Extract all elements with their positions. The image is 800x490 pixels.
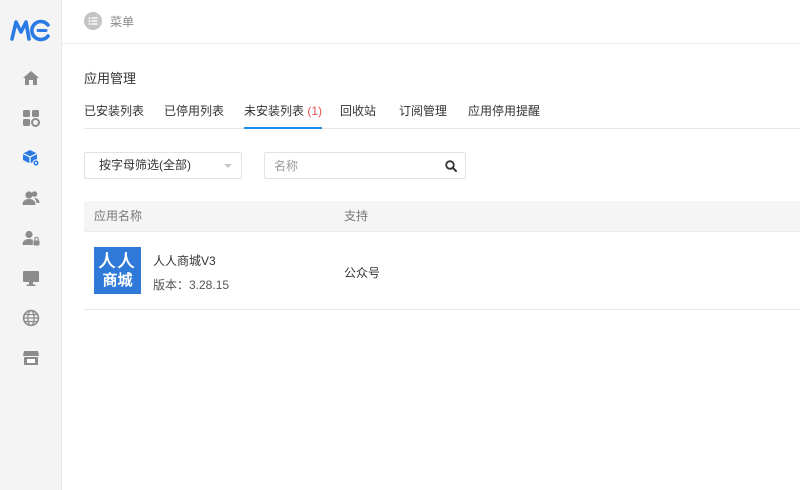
sidebar-item-users[interactable]: [0, 178, 62, 218]
store-icon: [23, 351, 39, 365]
letter-filter-select[interactable]: 按字母筛选(全部): [84, 152, 242, 179]
sidebar-item-monitor[interactable]: [0, 258, 62, 298]
column-header-app-name: 应用名称: [94, 209, 143, 223]
tab-disabled[interactable]: 已停用列表: [164, 102, 224, 129]
monitor-icon: [23, 271, 39, 286]
column-header-support: 支持: [344, 209, 369, 223]
tab-installed[interactable]: 已安装列表: [84, 102, 144, 129]
home-icon: [23, 71, 39, 85]
tab-bar: 已安装列表 已停用列表 未安装列表 (1) 回收站 订阅管理 应用停用提醒: [84, 96, 800, 129]
brand-logo[interactable]: [9, 15, 53, 45]
sidebar-item-user-permission[interactable]: [0, 218, 62, 258]
sidebar-item-apps[interactable]: [0, 98, 62, 138]
users-icon: [22, 191, 40, 205]
search-button[interactable]: [437, 153, 465, 178]
tab-disable-reminder[interactable]: 应用停用提醒: [468, 102, 540, 129]
top-bar: 菜单: [62, 0, 800, 44]
app-name: 人人商城V3: [153, 254, 216, 268]
sidebar: [0, 0, 62, 490]
sidebar-item-network[interactable]: [0, 298, 62, 338]
sidebar-item-home[interactable]: [0, 58, 62, 98]
app-version: 版本：3.28.15: [153, 278, 230, 292]
list-menu-icon: [84, 12, 102, 30]
tab-recycle-bin[interactable]: 回收站: [340, 102, 376, 129]
menu-label: 菜单: [110, 14, 135, 29]
app-icon-text-line1: 人人: [98, 251, 137, 272]
apps-settings-icon: [23, 110, 40, 127]
caret-down-icon: [224, 164, 232, 168]
menu-toggle-button[interactable]: 菜单: [84, 11, 134, 31]
search-icon: [445, 159, 457, 172]
search-box: [264, 152, 466, 179]
app-table: 应用名称 支持 人人 商城 人人商城V3 版本：3.28.15 公众号: [84, 201, 800, 310]
table-row: 人人 商城 人人商城V3 版本：3.28.15 公众号: [84, 232, 800, 310]
page-title: 应用管理: [84, 71, 137, 86]
user-lock-icon: [22, 230, 40, 246]
sidebar-item-store[interactable]: [0, 338, 62, 378]
app-icon-text-line2: 商城: [102, 270, 133, 289]
app-support: 公众号: [344, 266, 381, 280]
app-package-icon: [22, 150, 40, 167]
mc-logo-icon: [10, 19, 50, 42]
table-header: 应用名称 支持: [84, 201, 800, 232]
main-content: 应用管理 已安装列表 已停用列表 未安装列表 (1) 回收站 订阅管理 应用停用…: [62, 44, 800, 490]
tab-not-installed-count: (1): [307, 104, 323, 118]
globe-icon: [22, 309, 40, 327]
sidebar-item-app-manage[interactable]: [0, 138, 62, 178]
tab-subscription[interactable]: 订阅管理: [399, 102, 447, 129]
search-input[interactable]: [265, 153, 435, 178]
app-icon: 人人 商城: [94, 247, 141, 294]
tab-not-installed[interactable]: 未安装列表 (1): [244, 102, 323, 129]
tab-not-installed-label: 未安装列表: [244, 104, 305, 118]
letter-filter-value: 按字母筛选(全部): [99, 158, 191, 172]
